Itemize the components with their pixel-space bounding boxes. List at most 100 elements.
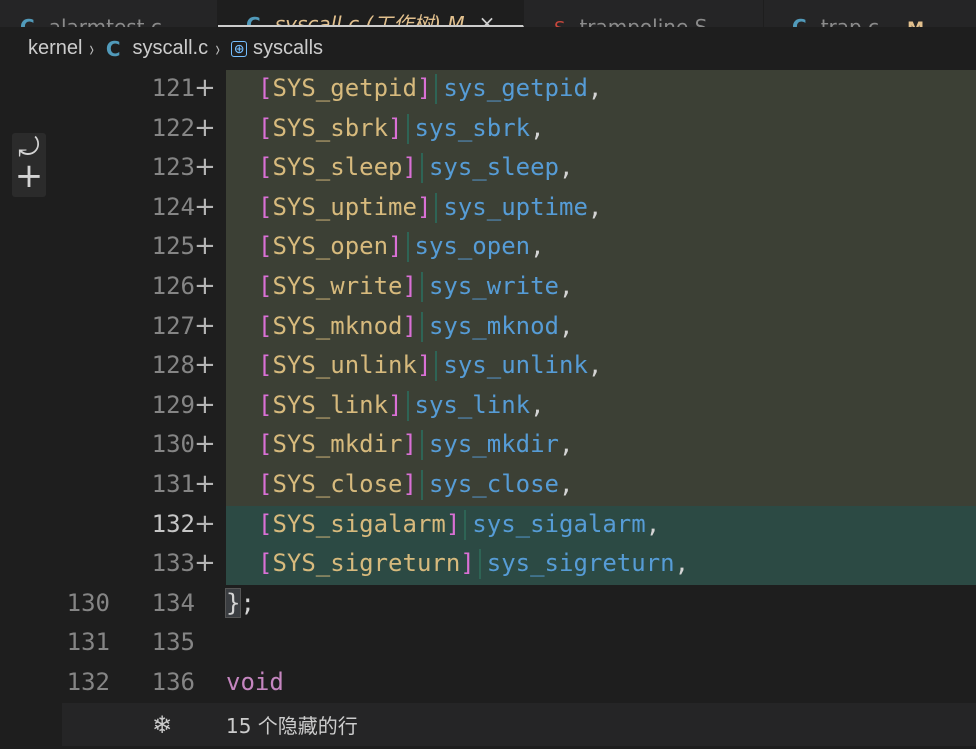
- original-line-number: 130: [66, 588, 110, 617]
- code-line[interactable]: 126 + [SYS_write] sys_write,: [0, 268, 976, 308]
- bracket-close: ]: [388, 390, 403, 419]
- bracket-open: [: [258, 232, 273, 261]
- comma: ,: [559, 153, 574, 182]
- hidden-lines-label: 15 个隐藏的行: [226, 714, 358, 738]
- c-file-icon: C: [20, 15, 35, 27]
- tab-label: trampoline.S: [579, 15, 708, 27]
- code-text: [SYS_open] sys_open,: [258, 232, 545, 263]
- code-line[interactable]: 132 136 void: [0, 664, 976, 704]
- closing-brace: };: [224, 587, 255, 618]
- syscall-constant: SYS_sleep: [272, 153, 403, 182]
- code-line[interactable]: 130 134};: [0, 585, 976, 625]
- bracket-close: ]: [388, 113, 403, 142]
- modified-line-number: 128: [151, 351, 195, 380]
- code-line[interactable]: 131 + [SYS_close] sys_close,: [0, 466, 976, 506]
- indent-guide: [420, 153, 423, 184]
- modified-line-number: 135: [151, 628, 195, 657]
- comma: ,: [530, 232, 545, 261]
- modified-line-number: 136: [151, 668, 195, 696]
- code-line[interactable]: 132 + [SYS_sigalarm] sys_sigalarm,: [0, 505, 976, 546]
- modified-line-number: 132: [151, 509, 195, 538]
- code-text: [SYS_getpid] sys_getpid,: [258, 74, 602, 104]
- comma: ,: [559, 311, 574, 340]
- code-line[interactable]: 121 + [SYS_getpid] sys_getpid,: [0, 70, 976, 110]
- original-line-number: 132: [66, 668, 110, 696]
- stage-change-icon[interactable]: +: [12, 159, 46, 193]
- handler-function: sys_link: [414, 390, 531, 419]
- code-text: [SYS_sigreturn] sys_sigreturn,: [258, 549, 689, 580]
- code-line[interactable]: 129 + [SYS_link] sys_link,: [0, 386, 976, 427]
- modified-line-number: 130: [151, 430, 195, 459]
- breadcrumb: kernel › C syscall.c › ⊕ syscalls: [0, 27, 976, 70]
- bracket-open: [: [258, 549, 273, 578]
- handler-function: sys_close: [428, 470, 559, 498]
- comma: ,: [559, 470, 574, 498]
- modified-line-number: 125: [151, 232, 195, 261]
- indent-guide: [420, 430, 423, 461]
- code-line[interactable]: 131 135: [0, 624, 976, 664]
- bracket-close: ]: [402, 153, 417, 182]
- diff-editor[interactable]: 121 + [SYS_getpid] sys_getpid, 122 + [SYS_sbrk…: [0, 70, 976, 700]
- indent-guide: [464, 509, 467, 540]
- bracket-close: ]: [416, 74, 432, 102]
- code-line[interactable]: 133 + [SYS_sigreturn] sys_sigreturn,: [0, 545, 976, 585]
- hidden-lines-bar[interactable]: ❄ 15 个隐藏的行: [62, 703, 976, 746]
- bracket-open: [: [258, 470, 273, 498]
- handler-function: sys_mknod: [428, 311, 559, 340]
- revert-change-widget: ⤾ +: [12, 133, 46, 197]
- handler-function: sys_sbrk: [414, 113, 531, 142]
- modified-line-number: 133: [151, 549, 195, 578]
- modified-line-number: 124: [151, 192, 195, 221]
- indent-guide: [406, 390, 409, 421]
- code-line[interactable]: 123 + [SYS_sleep] sys_sleep,: [0, 149, 976, 189]
- bracket-close: ]: [402, 470, 417, 498]
- added-line-marker: +: [194, 548, 216, 579]
- code-text: [SYS_mknod] sys_mknod,: [258, 311, 574, 342]
- added-line-marker: +: [194, 469, 216, 499]
- code-text: [SYS_sbrk] sys_sbrk,: [258, 113, 545, 144]
- code-line[interactable]: 128 + [SYS_unlink] sys_unlink,: [0, 347, 976, 387]
- bracket-close: ]: [402, 311, 417, 340]
- modified-line-number: 127: [151, 311, 195, 340]
- bracket-open: [: [258, 153, 273, 182]
- tab-trap[interactable]: C trap.c M: [764, 0, 976, 27]
- tab-trampoline[interactable]: S trampoline.S: [524, 0, 764, 27]
- bracket-close: ]: [388, 232, 403, 261]
- c-file-icon: C: [105, 36, 121, 61]
- bracket-close: ]: [402, 272, 417, 300]
- handler-function: sys_sleep: [428, 153, 559, 182]
- tab-bar: C alarmtest.c C syscall.c (工作树) M × S tr…: [0, 0, 976, 27]
- tab-syscall[interactable]: C syscall.c (工作树) M ×: [218, 0, 524, 27]
- code-line[interactable]: 125 + [SYS_open] sys_open,: [0, 228, 976, 268]
- modified-badge: M: [907, 19, 924, 27]
- comma: ,: [587, 192, 603, 221]
- code-text: [SYS_sleep] sys_sleep,: [258, 153, 574, 184]
- syscall-constant: SYS_write: [272, 272, 403, 300]
- indent-guide: [420, 272, 423, 302]
- syscall-constant: SYS_unlink: [272, 351, 417, 380]
- syscall-constant: SYS_mknod: [272, 311, 403, 340]
- close-icon[interactable]: ×: [479, 11, 496, 25]
- code-line[interactable]: 122 + [SYS_sbrk] sys_sbrk,: [0, 109, 976, 150]
- indent-guide: [406, 113, 409, 144]
- added-line-marker: +: [194, 350, 216, 381]
- code-line[interactable]: 127 + [SYS_mknod] sys_mknod,: [0, 307, 976, 348]
- code-line[interactable]: 124 + [SYS_uptime] sys_uptime,: [0, 188, 976, 229]
- c-file-icon: C: [246, 13, 261, 27]
- variable-symbol-icon: ⊕: [231, 40, 248, 57]
- code-line[interactable]: 130 + [SYS_mkdir] sys_mkdir,: [0, 426, 976, 466]
- comma: ,: [645, 509, 661, 538]
- chevron-right-icon: ›: [89, 35, 95, 61]
- added-line-marker: +: [194, 271, 216, 301]
- tab-alarmtest[interactable]: C alarmtest.c: [0, 0, 218, 27]
- breadcrumb-symbol[interactable]: syscalls: [253, 37, 323, 60]
- comma: ,: [587, 351, 603, 380]
- breadcrumb-folder[interactable]: kernel: [28, 37, 82, 60]
- indent-guide: [435, 351, 438, 382]
- unfold-icon[interactable]: ❄: [152, 711, 172, 739]
- modified-line-number: 123: [151, 153, 195, 182]
- handler-function: sys_write: [428, 272, 559, 300]
- bracket-open: [: [258, 430, 273, 459]
- bracket-open: [: [258, 74, 273, 102]
- breadcrumb-file[interactable]: syscall.c: [133, 37, 209, 60]
